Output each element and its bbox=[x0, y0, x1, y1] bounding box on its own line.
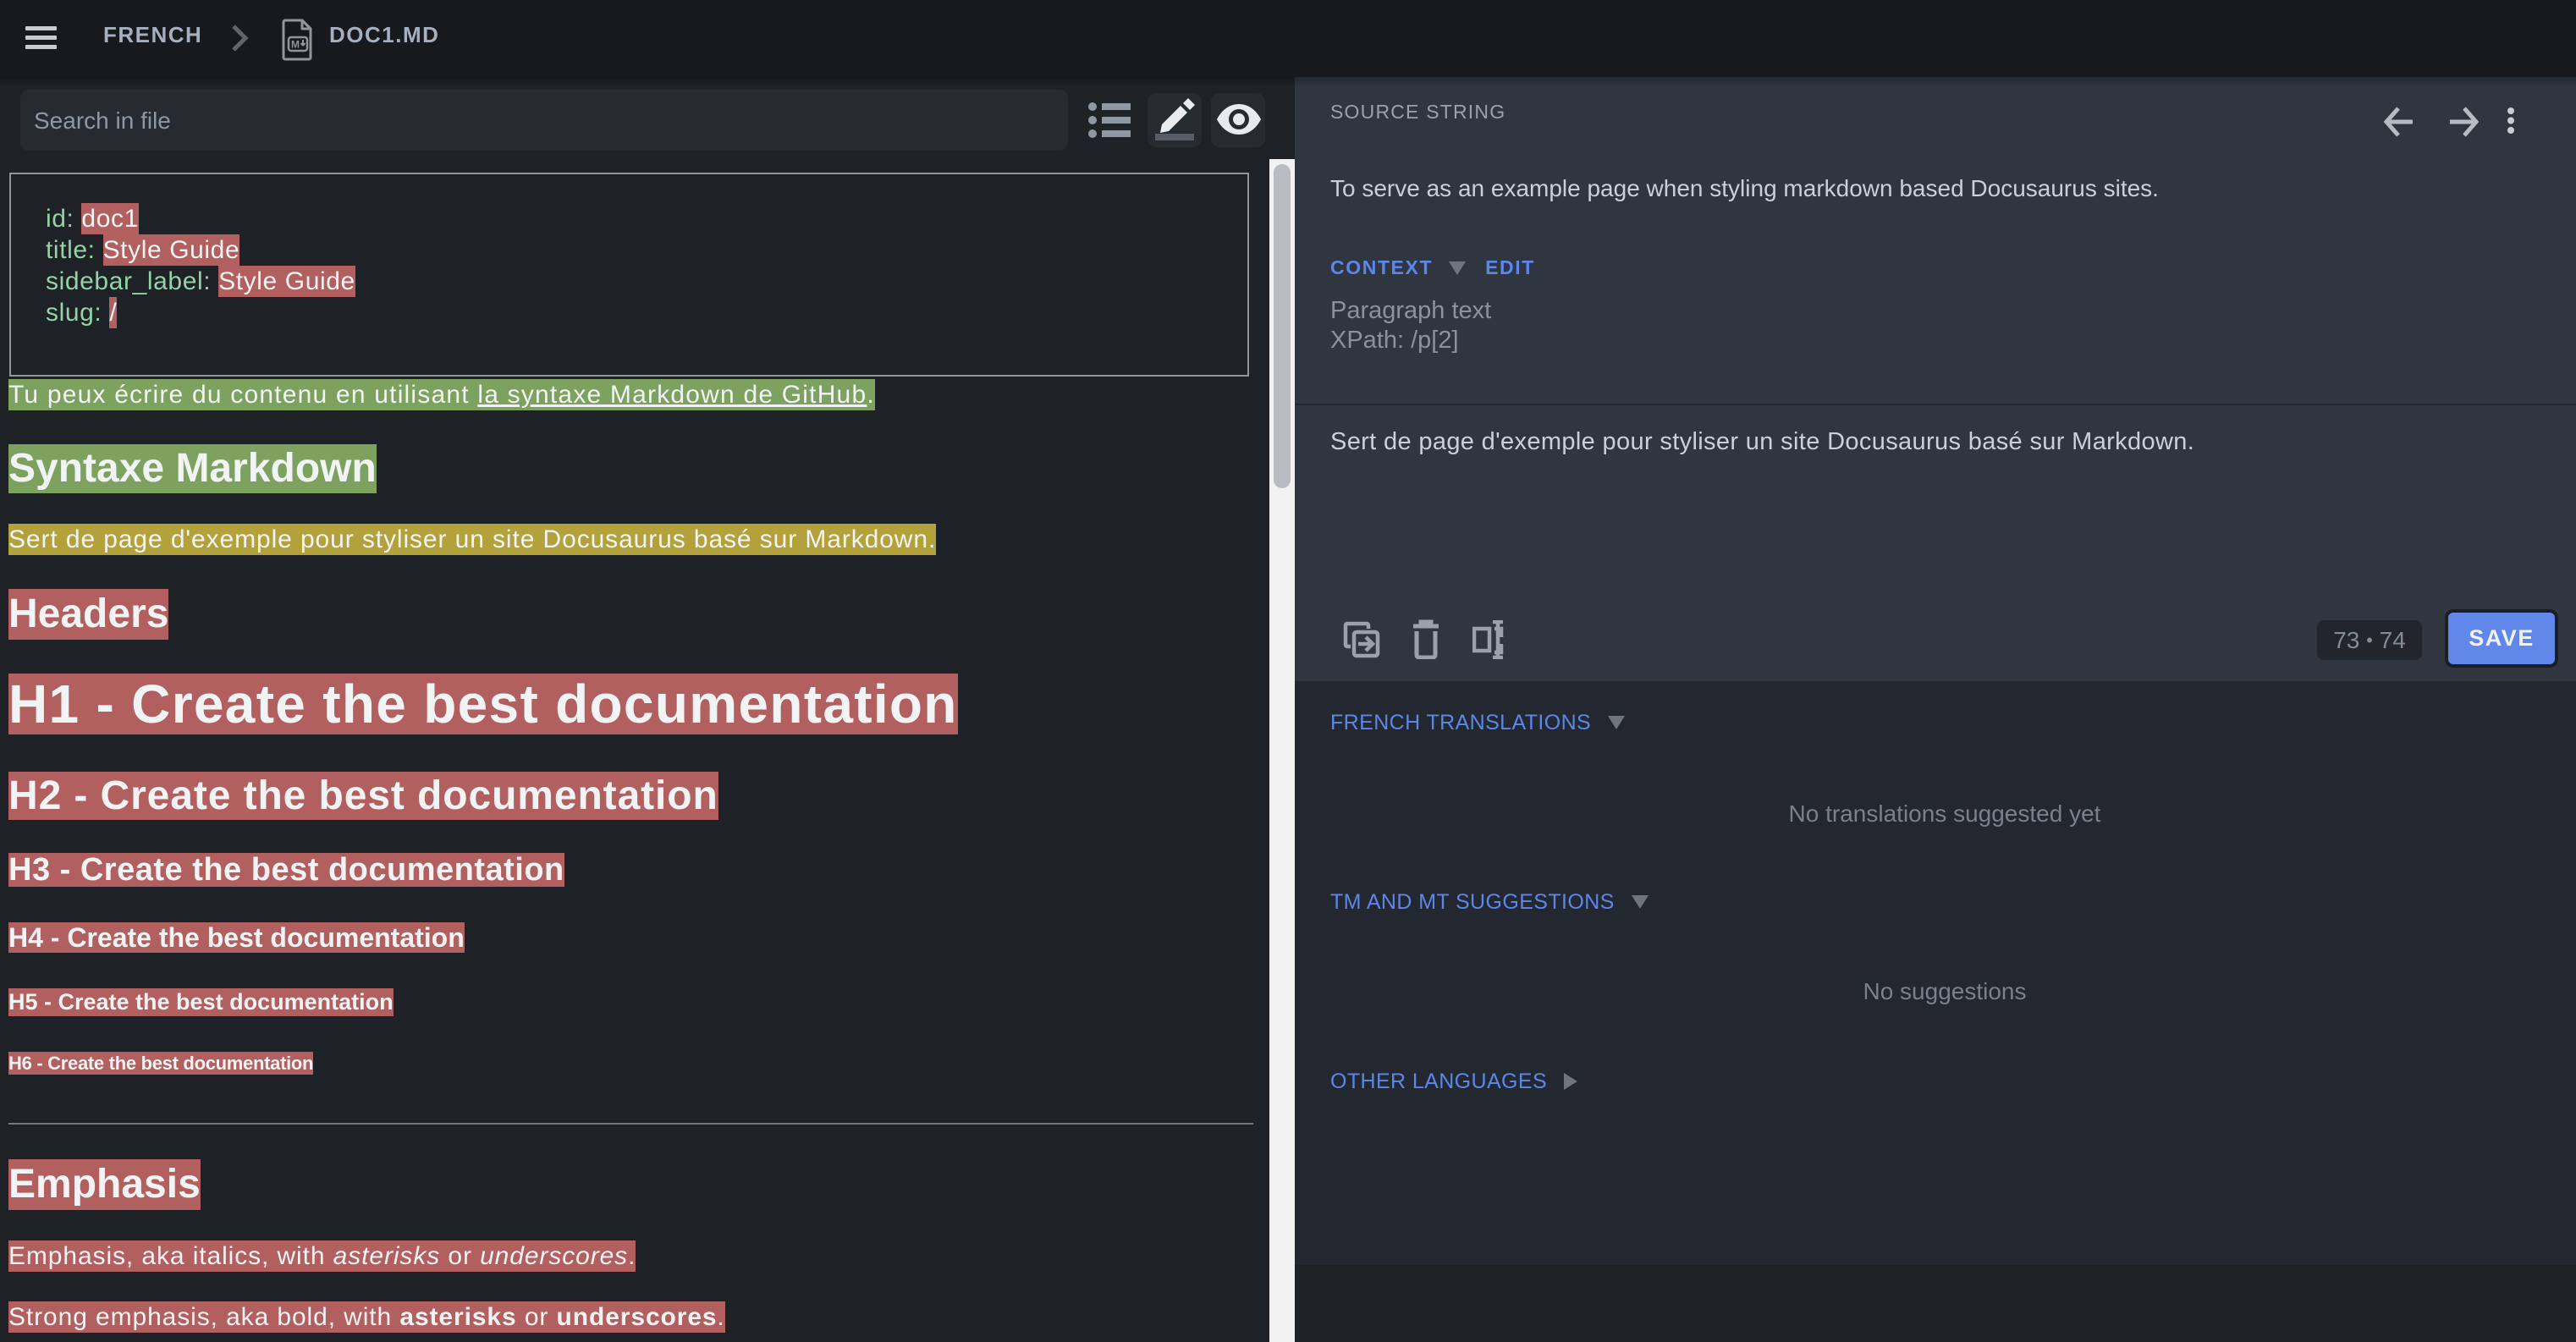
svg-text:M: M bbox=[291, 39, 300, 51]
